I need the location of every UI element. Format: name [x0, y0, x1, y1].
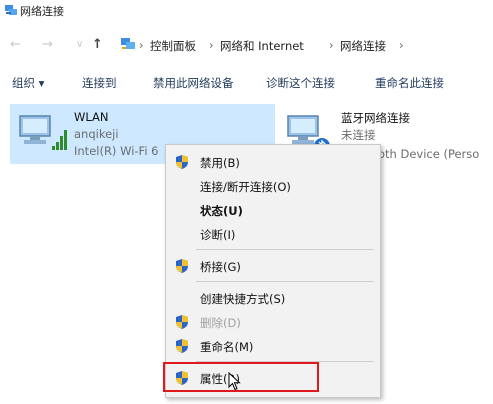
bluetooth-device: oth Device (Perso — [378, 147, 480, 161]
menu-item-rename[interactable]: 重命名(M) — [166, 335, 380, 357]
menu-separator — [196, 249, 374, 250]
bluetooth-status: 未连接 — [341, 128, 376, 142]
menu-label-connect: 连接/断开连接(O) — [200, 180, 291, 194]
diagnose-connection-button[interactable]: 诊断这个连接 — [266, 75, 335, 91]
menu-label-status: 状态(U) — [200, 204, 243, 218]
recent-locations-button[interactable]: ∨ — [76, 38, 83, 52]
up-button[interactable]: ↑ — [92, 38, 103, 52]
breadcrumb-separator: › — [329, 38, 334, 52]
breadcrumb-separator: › — [139, 38, 144, 52]
breadcrumb-separator: › — [399, 38, 404, 52]
wlan-network: anqikeji — [74, 127, 119, 141]
breadcrumb-separator: › — [209, 38, 214, 52]
connect-to-button[interactable]: 连接到 — [82, 75, 117, 91]
back-button[interactable]: ← — [10, 38, 21, 52]
uac-shield-icon — [176, 259, 188, 273]
menu-item-delete: 删除(D) — [166, 311, 380, 333]
menu-item-connect[interactable]: 连接/断开连接(O) — [166, 175, 380, 197]
menu-item-status[interactable]: 状态(U) — [166, 199, 380, 221]
bluetooth-name: 蓝牙网络连接 — [341, 111, 410, 125]
wireless-adapter-icon — [19, 115, 67, 150]
wlan-name: WLAN — [74, 110, 109, 124]
menu-item-bridge[interactable]: 桥接(G) — [166, 255, 380, 277]
menu-label-disable: 禁用(B) — [200, 156, 240, 170]
menu-label-rename: 重命名(M) — [200, 340, 254, 354]
title-bar: 网络连接 — [0, 0, 493, 22]
uac-shield-icon — [176, 315, 188, 329]
menu-item-diagnose[interactable]: 诊断(I) — [166, 223, 380, 245]
menu-label-bridge: 桥接(G) — [200, 260, 241, 274]
menu-item-disable[interactable]: 禁用(B) — [166, 151, 380, 173]
uac-shield-icon — [176, 339, 188, 353]
menu-label-diagnose: 诊断(I) — [200, 228, 236, 242]
menu-label-shortcut: 创建快捷方式(S) — [200, 292, 286, 306]
network-connections-icon — [5, 5, 17, 15]
disable-device-button[interactable]: 禁用此网络设备 — [153, 75, 234, 91]
rename-connection-button[interactable]: 重命名此连接 — [375, 75, 444, 91]
breadcrumb-network-internet[interactable]: 网络和 Internet — [220, 38, 304, 54]
uac-shield-icon — [176, 155, 188, 169]
control-panel-icon — [121, 38, 135, 49]
organize-menu[interactable]: 组织 ▾ — [12, 75, 44, 91]
mouse-cursor-icon — [228, 372, 241, 391]
breadcrumb-control-panel[interactable]: 控制面板 — [150, 38, 196, 54]
breadcrumb-network-connections[interactable]: 网络连接 — [340, 38, 386, 54]
wlan-adapter: Intel(R) Wi-Fi 6 — [74, 144, 159, 158]
forward-button[interactable]: → — [42, 38, 53, 52]
menu-label-delete: 删除(D) — [200, 316, 241, 330]
window-title: 网络连接 — [20, 5, 64, 18]
context-menu: 禁用(B) 连接/断开连接(O) 状态(U) 诊断(I) 桥接(G) 创建快捷方… — [165, 144, 381, 398]
menu-separator — [196, 281, 374, 282]
menu-item-create-shortcut[interactable]: 创建快捷方式(S) — [166, 287, 380, 309]
